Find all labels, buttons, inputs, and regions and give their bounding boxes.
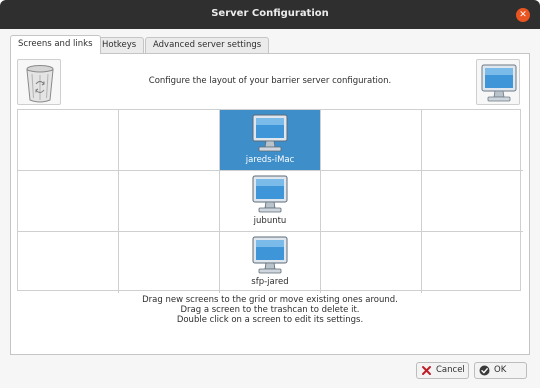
- new-screen-source[interactable]: [476, 59, 520, 105]
- tab-hotkeys[interactable]: Hotkeys: [94, 37, 145, 53]
- layout-instruction: Configure the layout of your barrier ser…: [148, 76, 392, 86]
- cancel-label: Cancel: [436, 365, 465, 375]
- grid-cell[interactable]: [119, 110, 220, 171]
- grid-instructions: Drag new screens to the grid or move exi…: [11, 295, 529, 325]
- monitor-icon: [252, 236, 288, 274]
- title-bar[interactable]: Server Configuration ✕: [0, 0, 540, 29]
- grid-cell[interactable]: [119, 171, 220, 232]
- grid-cell[interactable]: [321, 171, 422, 232]
- tab-screens-and-links[interactable]: Screens and links: [10, 35, 101, 54]
- grid-cell[interactable]: [119, 232, 220, 293]
- monitor-icon: [481, 64, 517, 102]
- screens-and-links-panel: Configure the layout of your barrier ser…: [10, 53, 530, 355]
- grid-cell[interactable]: [422, 110, 523, 171]
- close-window-icon[interactable]: ✕: [516, 8, 530, 22]
- screen-jareds-imac[interactable]: jareds-iMac: [220, 110, 321, 171]
- screen-jubuntu[interactable]: jubuntu: [220, 171, 321, 232]
- screen-name: jareds-iMac: [245, 155, 295, 165]
- ok-label: OK: [494, 365, 507, 375]
- screen-layout-grid[interactable]: jareds-iMac jubuntu sfp-jared: [17, 109, 523, 293]
- cancel-button[interactable]: Cancel: [416, 362, 469, 379]
- ok-button[interactable]: OK: [474, 362, 527, 379]
- grid-cell[interactable]: [321, 110, 422, 171]
- screen-name: jubuntu: [253, 216, 287, 226]
- window-title: Server Configuration: [211, 8, 329, 19]
- dialog-body: Screens and links Hotkeys Advanced serve…: [0, 29, 540, 388]
- grid-cell[interactable]: [18, 171, 119, 232]
- trash-can[interactable]: [17, 59, 61, 105]
- instruction-line: Drag a screen to the trashcan to delete …: [180, 305, 360, 315]
- monitor-icon: [252, 175, 288, 213]
- grid-cell[interactable]: [422, 232, 523, 293]
- grid-cell[interactable]: [321, 232, 422, 293]
- tab-advanced-server-settings[interactable]: Advanced server settings: [145, 37, 270, 53]
- grid-cell[interactable]: [422, 171, 523, 232]
- monitor-icon: [252, 114, 288, 152]
- instruction-line: Drag new screens to the grid or move exi…: [142, 295, 398, 305]
- ok-icon: [479, 365, 490, 376]
- grid-cell[interactable]: [18, 232, 119, 293]
- screen-sfp-jared[interactable]: sfp-jared: [220, 232, 321, 293]
- cancel-icon: [422, 366, 431, 375]
- grid-cell[interactable]: [18, 110, 119, 171]
- server-configuration-window: Server Configuration ✕ Screens and links…: [0, 0, 540, 388]
- screen-name: sfp-jared: [251, 277, 289, 287]
- trash-icon: [26, 65, 54, 103]
- instruction-line: Double click on a screen to edit its set…: [176, 315, 364, 325]
